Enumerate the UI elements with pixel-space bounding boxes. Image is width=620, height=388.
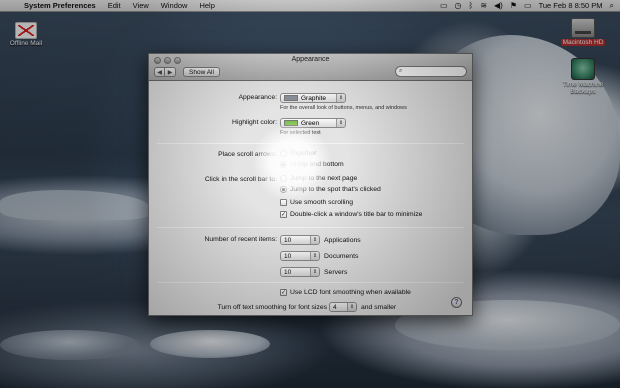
font-smoothing-label: Turn off text smoothing for font sizes bbox=[217, 304, 327, 311]
radio-next-page[interactable] bbox=[280, 175, 287, 182]
radio-top-bottom[interactable] bbox=[280, 161, 287, 168]
gmail-icon bbox=[15, 22, 37, 39]
font-smoothing-suffix: and smaller bbox=[361, 303, 397, 311]
recent-documents-row: 10 ⇕ Documents bbox=[280, 251, 358, 261]
volume-icon[interactable]: ◀) bbox=[494, 1, 503, 10]
back-button[interactable]: ◀ bbox=[154, 67, 165, 77]
separator bbox=[157, 227, 464, 228]
appearance-label: Appearance: bbox=[238, 94, 277, 101]
appearance-popup[interactable]: Graphite ⇕ bbox=[280, 93, 346, 103]
preferences-content: Appearance: Graphite ⇕ For the overall l… bbox=[149, 81, 472, 316]
radio-together[interactable] bbox=[280, 150, 287, 157]
popup-arrows-icon: ⇕ bbox=[336, 94, 345, 102]
radio-label: Together bbox=[290, 150, 317, 157]
scroll-arrows-option-top-bottom[interactable]: At top and bottom bbox=[280, 161, 344, 168]
show-all-button[interactable]: Show All bbox=[183, 67, 220, 77]
appearance-value: Graphite bbox=[301, 94, 326, 102]
popup-value: 10 bbox=[284, 236, 292, 244]
menu-help[interactable]: Help bbox=[193, 1, 220, 10]
battery-icon[interactable]: ▭ bbox=[524, 1, 532, 10]
separator bbox=[157, 143, 464, 144]
popup-arrows-icon: ⇕ bbox=[336, 119, 345, 127]
popup-arrows-icon: ⇕ bbox=[310, 252, 319, 260]
display-icon[interactable]: ▭ bbox=[440, 1, 448, 10]
iceberg-shape bbox=[150, 330, 270, 358]
radio-label: Jump to the spot that's clicked bbox=[290, 186, 381, 193]
recent-items-label: Number of recent items: bbox=[204, 236, 277, 243]
radio-label: At top and bottom bbox=[290, 161, 344, 168]
desktop-icon-label: Offline Mail bbox=[9, 40, 43, 47]
double-click-minimize-checkbox[interactable]: ✓ Double-click a window's title bar to m… bbox=[280, 211, 422, 218]
checkbox-label: Use LCD font smoothing when available bbox=[290, 289, 411, 296]
menu-view[interactable]: View bbox=[127, 1, 155, 10]
time-machine-drive-icon bbox=[571, 58, 595, 80]
menubar-clock[interactable]: Tue Feb 8 8:50 PM bbox=[539, 1, 603, 10]
scroll-arrows-option-together[interactable]: Together bbox=[280, 150, 316, 157]
popup-arrows-icon: ⇕ bbox=[347, 303, 356, 311]
font-smoothing-popup[interactable]: 4 ⇕ bbox=[329, 302, 357, 312]
font-smoothing-row: 4 ⇕ and smaller bbox=[329, 302, 396, 312]
checkbox-lcd-smoothing[interactable]: ✓ bbox=[280, 289, 287, 296]
recent-servers-label: Servers bbox=[324, 268, 348, 276]
spotlight-icon[interactable]: ⌕ bbox=[610, 1, 614, 11]
menu-edit[interactable]: Edit bbox=[102, 1, 127, 10]
iceberg-shape bbox=[0, 190, 150, 220]
scroll-arrows-label: Place scroll arrows: bbox=[218, 151, 277, 158]
checkbox-smooth-scrolling[interactable] bbox=[280, 199, 287, 206]
recent-applications-label: Applications bbox=[324, 236, 361, 244]
radio-label: Jump to the next page bbox=[290, 175, 358, 182]
checkbox-label: Double-click a window's title bar to min… bbox=[290, 211, 423, 218]
popup-value: 4 bbox=[333, 303, 337, 311]
desktop-icon-label: Macintosh HD bbox=[560, 39, 606, 46]
recent-servers-row: 10 ⇕ Servers bbox=[280, 267, 347, 277]
search-icon: ⌕ bbox=[399, 68, 403, 74]
popup-arrows-icon: ⇕ bbox=[310, 236, 319, 244]
appearance-help: For the overall look of buttons, menus, … bbox=[280, 105, 407, 111]
appearance-swatch bbox=[284, 95, 298, 101]
desktop-icon-macintosh-hd[interactable]: Macintosh HD bbox=[553, 18, 613, 46]
separator bbox=[157, 282, 464, 283]
search-field[interactable]: ⌕ bbox=[395, 66, 467, 77]
recent-applications-row: 10 ⇕ Applications bbox=[280, 235, 361, 245]
popup-value: 10 bbox=[284, 268, 292, 276]
desktop-icon-label: Time Machine Backups bbox=[562, 81, 604, 95]
time-machine-icon[interactable]: ◷ bbox=[455, 1, 462, 10]
popup-value: 10 bbox=[284, 252, 292, 260]
smooth-scrolling-checkbox[interactable]: Use smooth scrolling bbox=[280, 199, 353, 206]
window-titlebar[interactable]: Appearance ◀ ▶ Show All ⌕ bbox=[149, 54, 472, 81]
highlight-value: Green bbox=[301, 119, 320, 127]
highlight-popup[interactable]: Green ⇕ bbox=[280, 118, 346, 128]
menu-app-name[interactable]: System Preferences bbox=[18, 1, 102, 10]
checkbox-label: Use smooth scrolling bbox=[290, 199, 354, 206]
appearance-window: Appearance ◀ ▶ Show All ⌕ Appearance: Gr… bbox=[148, 53, 473, 316]
hard-drive-icon bbox=[571, 18, 595, 38]
menu-window[interactable]: Window bbox=[155, 1, 194, 10]
lcd-smoothing-checkbox[interactable]: ✓ Use LCD font smoothing when available bbox=[280, 289, 411, 296]
scroll-bar-click-label: Click in the scroll bar to: bbox=[204, 176, 277, 183]
highlight-swatch bbox=[284, 120, 298, 126]
recent-documents-popup[interactable]: 10 ⇕ bbox=[280, 251, 320, 261]
window-title: Appearance bbox=[291, 56, 330, 63]
checkbox-double-click[interactable]: ✓ bbox=[280, 211, 287, 218]
desktop-icon-offline-mail[interactable]: Offline Mail bbox=[0, 22, 56, 47]
iceberg-shape bbox=[0, 330, 140, 360]
scroll-click-option-spot[interactable]: Jump to the spot that's clicked bbox=[280, 186, 381, 193]
radio-spot-clicked[interactable] bbox=[280, 186, 287, 193]
recent-servers-popup[interactable]: 10 ⇕ bbox=[280, 267, 320, 277]
bluetooth-icon[interactable]: ᛒ bbox=[469, 1, 474, 10]
forward-button[interactable]: ▶ bbox=[165, 67, 176, 77]
desktop-icon-time-machine[interactable]: Time Machine Backups bbox=[553, 58, 613, 95]
flag-icon[interactable]: ⚑ bbox=[510, 1, 517, 10]
highlight-help: For selected text bbox=[280, 130, 321, 136]
recent-documents-label: Documents bbox=[324, 252, 359, 260]
help-button[interactable]: ? bbox=[451, 297, 462, 308]
popup-arrows-icon: ⇕ bbox=[310, 268, 319, 276]
scroll-click-option-next-page[interactable]: Jump to the next page bbox=[280, 175, 357, 182]
menu-bar: System Preferences Edit View Window Help… bbox=[0, 0, 620, 12]
wifi-icon[interactable]: ≋ bbox=[480, 1, 487, 10]
highlight-label: Highlight color: bbox=[232, 119, 277, 126]
recent-applications-popup[interactable]: 10 ⇕ bbox=[280, 235, 320, 245]
